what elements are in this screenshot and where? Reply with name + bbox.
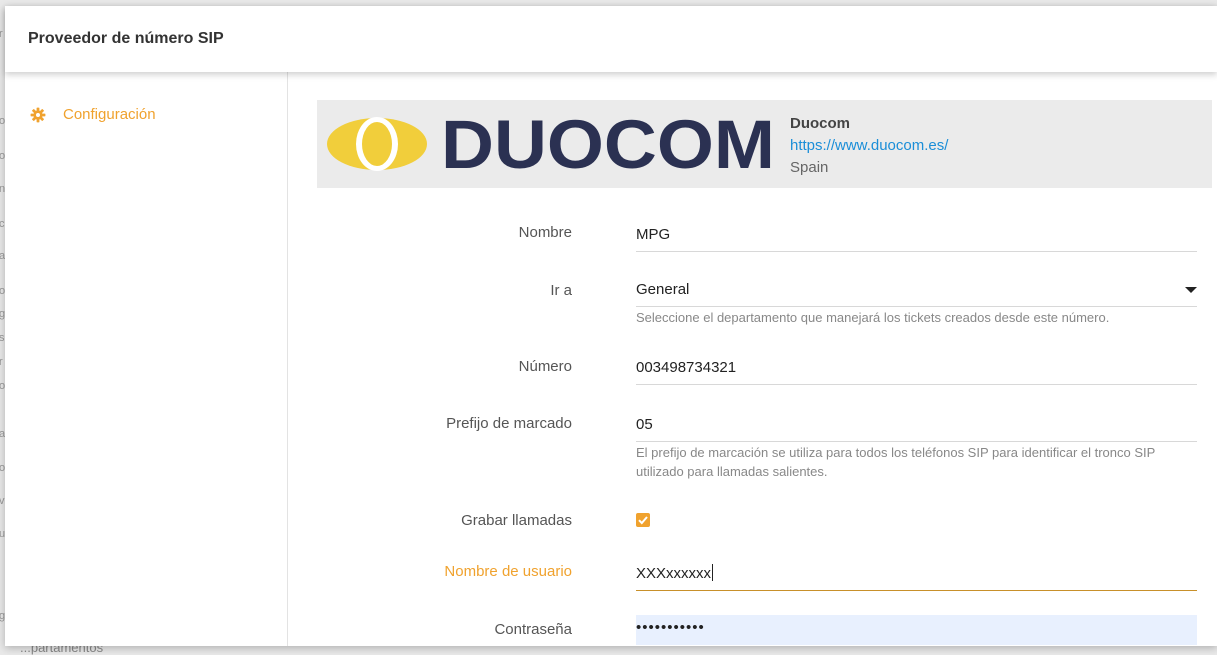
provider-name: Duocom — [790, 115, 850, 132]
dialog-title: Proveedor de número SIP — [28, 30, 224, 47]
numero-label: Número — [518, 358, 572, 375]
chevron-down-icon[interactable] — [1185, 287, 1197, 293]
provider-url-link[interactable]: https://www.duocom.es/ — [790, 135, 948, 157]
numero-field[interactable]: 003498734321 — [636, 355, 1197, 385]
prefijo-help-line2: utilizado para llamadas salientes. — [636, 464, 828, 479]
provider-info: Duocom https://www.duocom.es/ Spain — [790, 113, 948, 179]
dialog-header: Proveedor de número SIP — [5, 6, 1217, 72]
duocom-logo: DUOCOM — [327, 112, 775, 176]
ir-a-selected-value: General — [636, 281, 690, 298]
usuario-value: XXXxxxxxx — [636, 565, 712, 582]
sidebar-item-label: Configuración — [63, 106, 156, 123]
prefijo-help: El prefijo de marcación se utiliza para … — [636, 443, 1197, 481]
contrasena-field[interactable]: ••••••••••• — [636, 615, 1197, 645]
duocom-logo-text: DUOCOM — [441, 112, 775, 176]
nombre-field[interactable]: MPG — [636, 222, 1197, 252]
gear-icon — [30, 107, 46, 122]
prefijo-field[interactable]: 05 — [636, 412, 1197, 442]
prefijo-help-line1: El prefijo de marcación se utiliza para … — [636, 445, 1156, 460]
nombre-label: Nombre — [518, 224, 572, 241]
contrasena-label: Contraseña — [494, 621, 572, 638]
usuario-field[interactable]: XXXxxxxxx — [636, 561, 1197, 591]
ir-a-label: Ir a — [550, 282, 572, 299]
grabar-llamadas-checkbox[interactable] — [636, 513, 650, 527]
dialog-sidebar: Configuración — [5, 72, 288, 646]
text-cursor — [712, 564, 714, 581]
check-icon — [638, 516, 648, 525]
sidebar-item-configuracion[interactable]: Configuración — [30, 106, 156, 123]
provider-card: DUOCOM Duocom https://www.duocom.es/ Spa… — [317, 100, 1212, 188]
usuario-label: Nombre de usuario — [444, 563, 572, 580]
prefijo-label: Prefijo de marcado — [446, 415, 572, 432]
ir-a-select[interactable]: General — [636, 277, 1197, 307]
grabar-llamadas-label: Grabar llamadas — [461, 512, 572, 529]
provider-country: Spain — [790, 159, 829, 176]
ir-a-help: Seleccione el departamento que manejará … — [636, 310, 1110, 325]
